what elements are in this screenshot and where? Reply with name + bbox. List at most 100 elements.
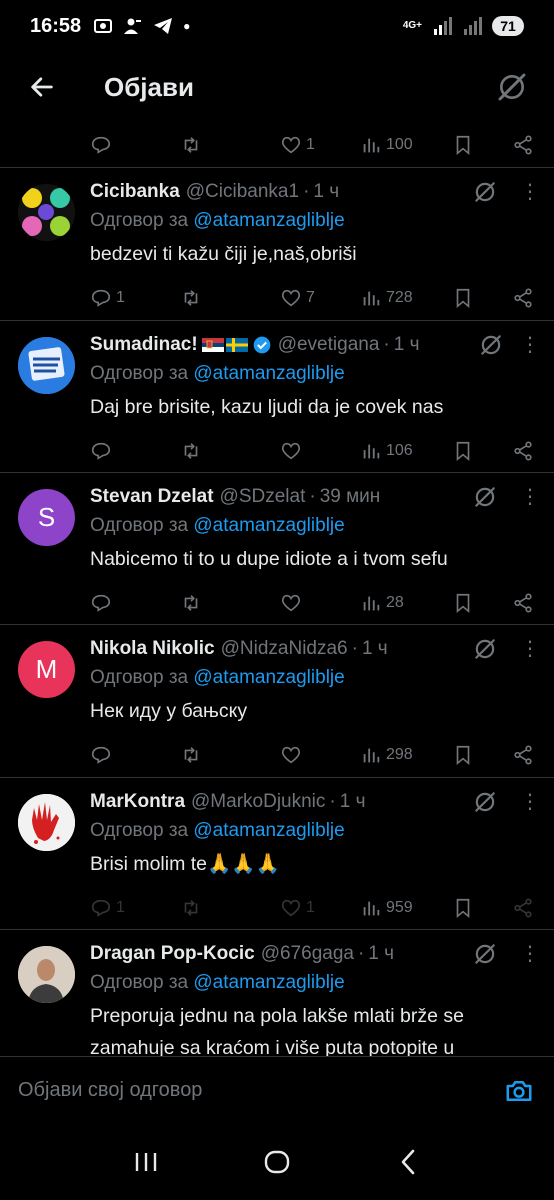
reply-tweet[interactable]: S Stevan Dzelat @SDzelat · 39 мин ⋮ Одго…: [0, 473, 554, 625]
share-button[interactable]: [512, 134, 534, 156]
avatar[interactable]: [18, 794, 75, 851]
display-name[interactable]: MarKontra: [90, 791, 185, 813]
retweet-icon: [184, 443, 198, 459]
display-name[interactable]: Dragan Pop-Kocic: [90, 943, 255, 965]
mention-link[interactable]: @atamanzagliblje: [193, 972, 344, 993]
avatar[interactable]: S: [18, 489, 75, 546]
separator-dot: ·: [303, 181, 310, 202]
handle[interactable]: @NidzaNidza6: [221, 638, 348, 660]
reply-button[interactable]: [90, 592, 180, 614]
grok-button[interactable]: [492, 67, 532, 107]
handle[interactable]: @Cicibanka1: [186, 181, 299, 203]
bookmark-button[interactable]: [452, 744, 492, 766]
mention-link[interactable]: @atamanzagliblje: [193, 210, 344, 231]
handle[interactable]: @676gaga: [261, 943, 354, 965]
bookmark-icon: [456, 745, 470, 766]
reply-tweet[interactable]: Dragan Pop-Kocic @676gaga · 1 ч ⋮ Одгово…: [0, 930, 554, 1056]
reply-icon: [91, 594, 111, 612]
like-button[interactable]: [280, 440, 360, 462]
retweet-icon: [184, 290, 198, 306]
handle[interactable]: @SDzelat: [220, 486, 306, 508]
avatar[interactable]: [18, 337, 75, 394]
share-button[interactable]: [512, 287, 534, 309]
retweet-button[interactable]: [180, 440, 280, 462]
retweet-button[interactable]: [180, 134, 280, 156]
bookmark-button[interactable]: [452, 287, 492, 309]
handle[interactable]: @MarkoDjuknic: [191, 791, 325, 813]
reply-button[interactable]: [90, 134, 180, 156]
display-name[interactable]: Cicibanka: [90, 181, 180, 203]
sweden-flag-icon: [225, 338, 248, 352]
grok-icon[interactable]: [472, 179, 498, 205]
views-button[interactable]: 106: [360, 440, 452, 462]
avatar[interactable]: [18, 184, 75, 241]
more-options-icon[interactable]: ⋮: [520, 335, 540, 355]
bookmark-button[interactable]: [452, 897, 492, 919]
grok-icon[interactable]: [472, 484, 498, 510]
retweet-button[interactable]: [180, 592, 280, 614]
reply-tweet[interactable]: Sumadinac! @evetigana · 1 ч ⋮ Одговор за…: [0, 321, 554, 473]
grok-icon[interactable]: [472, 636, 498, 662]
reply-button[interactable]: [90, 440, 180, 462]
views-button[interactable]: 728: [360, 287, 452, 309]
more-options-icon[interactable]: ⋮: [520, 182, 540, 202]
reply-input[interactable]: Објави свој одговор: [18, 1079, 202, 1102]
views-icon: [363, 901, 380, 916]
views-button[interactable]: 959: [360, 897, 452, 919]
mention-link[interactable]: @atamanzagliblje: [193, 667, 344, 688]
back-button[interactable]: [22, 67, 62, 107]
grok-icon[interactable]: [472, 941, 498, 967]
replies-feed[interactable]: 1 100 Cicibanka @Cicibanka1 · 1 ч ⋮ Одго…: [0, 122, 554, 1056]
views-button[interactable]: 298: [360, 744, 452, 766]
share-button[interactable]: [512, 744, 534, 766]
bookmark-button[interactable]: [452, 592, 492, 614]
reply-button[interactable]: 1: [90, 287, 180, 309]
like-button[interactable]: 1: [280, 897, 360, 919]
more-options-icon[interactable]: ⋮: [520, 487, 540, 507]
mention-link[interactable]: @atamanzagliblje: [193, 820, 344, 841]
reply-button[interactable]: [90, 744, 180, 766]
reply-tweet[interactable]: M Nikola Nikolic @NidzaNidza6 · 1 ч ⋮ Од…: [0, 625, 554, 778]
avatar[interactable]: M: [18, 641, 75, 698]
views-button[interactable]: 100: [360, 134, 452, 156]
retweet-button[interactable]: [180, 897, 280, 919]
display-name[interactable]: Nikola Nikolic: [90, 638, 215, 660]
more-options-icon[interactable]: ⋮: [520, 792, 540, 812]
system-back-button[interactable]: [383, 1137, 433, 1187]
camera-button[interactable]: [502, 1074, 536, 1108]
views-button[interactable]: 28: [360, 592, 452, 614]
reply-composer[interactable]: Објави свој одговор: [0, 1056, 554, 1124]
avatar[interactable]: [18, 946, 75, 1003]
like-button[interactable]: 1: [280, 134, 360, 156]
share-button[interactable]: [512, 592, 534, 614]
reply-button[interactable]: 1: [90, 897, 180, 919]
retweet-button[interactable]: [180, 287, 280, 309]
like-button[interactable]: 7: [280, 287, 360, 309]
reply-to-line: Одговор за @atamanzagliblje: [90, 820, 345, 841]
share-button[interactable]: [512, 440, 534, 462]
grok-icon[interactable]: [478, 332, 504, 358]
like-button[interactable]: [280, 744, 360, 766]
reply-to-line: Одговор за @atamanzagliblje: [90, 363, 345, 384]
retweet-button[interactable]: [180, 744, 280, 766]
bookmark-button[interactable]: [452, 440, 492, 462]
views-count: 106: [386, 442, 413, 459]
more-options-icon[interactable]: ⋮: [520, 944, 540, 964]
tweet-text: Preporuja jednu na pola lakše mlati brže…: [90, 1005, 464, 1056]
recent-apps-button[interactable]: [121, 1137, 171, 1187]
handle[interactable]: @evetigana: [278, 334, 380, 356]
like-button[interactable]: [280, 592, 360, 614]
display-name[interactable]: Stevan Dzelat: [90, 486, 214, 508]
bookmark-button[interactable]: [452, 134, 492, 156]
tweet-actions: 106: [90, 427, 534, 475]
share-icon: [514, 898, 532, 918]
more-options-icon[interactable]: ⋮: [520, 639, 540, 659]
mention-link[interactable]: @atamanzagliblje: [193, 515, 344, 536]
mention-link[interactable]: @atamanzagliblje: [193, 363, 344, 384]
reply-tweet[interactable]: MarKontra @MarkoDjuknic · 1 ч ⋮ Одговор …: [0, 778, 554, 930]
grok-icon[interactable]: [472, 789, 498, 815]
reply-tweet[interactable]: Cicibanka @Cicibanka1 · 1 ч ⋮ Одговор за…: [0, 168, 554, 321]
share-button[interactable]: [512, 897, 534, 919]
display-name[interactable]: Sumadinac!: [90, 334, 198, 356]
home-button[interactable]: [252, 1137, 302, 1187]
